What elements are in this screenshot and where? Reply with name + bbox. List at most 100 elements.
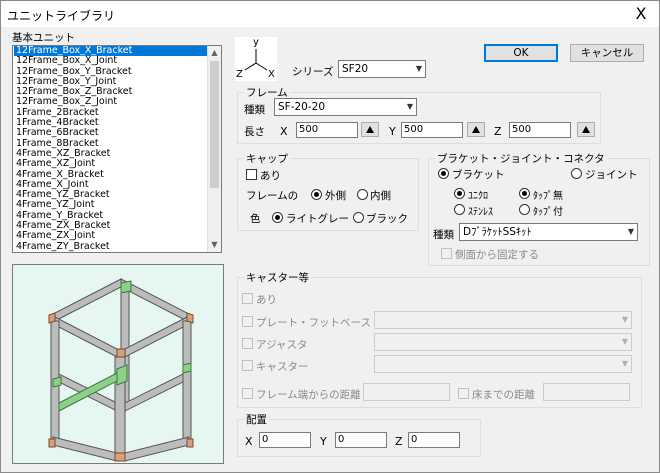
placement-z-input[interactable]: 0 (408, 432, 460, 448)
connector-tapwith-label: ﾀｯﾌﾟ付 (533, 207, 563, 218)
side-fix-label: 側面から固定する (455, 249, 539, 261)
unit-list-item[interactable]: 4Frame_ZY_Bracket (14, 242, 208, 252)
frame-member (50, 314, 122, 360)
unit-list-item[interactable]: 12Frame_Box_Y_Joint (14, 77, 208, 87)
series-value: SF20 (342, 63, 369, 75)
scroll-up-icon[interactable]: ▲ (208, 46, 221, 60)
plate-label: プレート・フットベース (256, 317, 371, 329)
placement-x-label: X (245, 435, 253, 448)
axis-y-label: y (253, 37, 259, 48)
connector-tapwith-radio[interactable] (519, 204, 530, 215)
unit-list-item[interactable]: 4Frame_X_Bracket (14, 170, 208, 180)
connector-type-value: DﾌﾞﾗｹｯﾄSSｷｯﾄ (463, 226, 532, 238)
unit-list-item[interactable]: 1Frame_2Bracket (14, 108, 208, 118)
series-select[interactable]: SF20 ▼ (338, 60, 426, 78)
plate-checkbox[interactable] (242, 316, 253, 327)
unit-listbox[interactable]: 12Frame_Box_X_Bracket 12Frame_Box_X_Joint… (12, 45, 222, 253)
unit-list-item[interactable]: 4Frame_XZ_Bracket (14, 149, 208, 159)
connector-unichrome-radio[interactable] (454, 188, 465, 199)
frame-y-label: Y (389, 125, 396, 138)
frame-y-stepper-icon[interactable] (467, 122, 485, 137)
plate-select[interactable]: ▼ (374, 311, 632, 329)
unit-preview (12, 264, 224, 464)
frame-type-label: 種類 (244, 104, 265, 116)
caster-group-title: キャスター等 (244, 270, 311, 285)
unit-list-item[interactable]: 4Frame_YZ_Bracket (14, 190, 208, 200)
caster-enabled-checkbox[interactable] (242, 293, 253, 304)
axis-z-label: Z (236, 69, 243, 80)
side-fix-checkbox[interactable] (441, 248, 452, 259)
axis-x-label: X (268, 69, 275, 80)
unit-list-item[interactable]: 1Frame_8Bracket (14, 139, 208, 149)
cap-enabled-checkbox[interactable] (246, 169, 257, 180)
connector-bracket-label: ブラケット (452, 169, 505, 181)
connector-joint-radio[interactable] (571, 168, 582, 179)
cancel-button[interactable]: キャンセル (570, 44, 644, 62)
frame-x-input[interactable]: 500 (296, 122, 358, 138)
unit-list-item[interactable]: 4Frame_X_Joint (14, 180, 208, 190)
cap-lightgray-radio[interactable] (272, 212, 283, 223)
bracket-member (182, 362, 192, 374)
unit-list-item[interactable]: 12Frame_Box_Z_Joint (14, 97, 208, 107)
caster-label: キャスター (256, 361, 309, 373)
title-bar: ユニットライブラリ X (1, 1, 659, 27)
unit-list-item[interactable]: 1Frame_6Bracket (14, 128, 208, 138)
frame-z-label: Z (494, 125, 502, 138)
unit-list-item[interactable]: 12Frame_Box_Y_Bracket (14, 67, 208, 77)
connector-tapnone-label: ﾀｯﾌﾟ無 (533, 191, 563, 202)
placement-group-title: 配置 (244, 412, 269, 427)
caster-select[interactable]: ▼ (374, 355, 632, 373)
unit-list-item[interactable]: 12Frame_Box_X_Joint (14, 56, 208, 66)
floor-dist-input[interactable] (543, 383, 630, 401)
close-icon[interactable]: X (631, 4, 651, 24)
cap-group-title: キャップ (244, 151, 290, 166)
frame-y-input[interactable]: 500 (401, 122, 463, 138)
frame-z-stepper-icon[interactable] (577, 122, 595, 137)
unit-list-item[interactable]: 4Frame_Y_Bracket (14, 211, 208, 221)
floor-dist-label: 床までの距離 (472, 389, 535, 401)
bracket-member (52, 376, 62, 388)
chevron-down-icon: ▼ (415, 64, 422, 73)
ok-button[interactable]: OK (484, 44, 558, 62)
unit-list-item[interactable]: 4Frame_YZ_Joint (14, 200, 208, 210)
connector-tapnone-radio[interactable] (519, 188, 530, 199)
unit-list-item[interactable]: 4Frame_XZ_Joint (14, 159, 208, 169)
chevron-down-icon: ▼ (627, 227, 634, 236)
series-label: シリーズ (292, 66, 334, 78)
unit-preview-drawing (48, 278, 194, 462)
frame-z-input[interactable]: 500 (509, 122, 571, 138)
placement-y-input[interactable]: 0 (335, 432, 387, 448)
cap-inner-radio[interactable] (357, 189, 368, 200)
connector-bracket-radio[interactable] (438, 168, 449, 179)
unit-list-item[interactable]: 12Frame_Box_Z_Bracket (14, 87, 208, 97)
caster-enabled-label: あり (256, 294, 277, 306)
floor-dist-checkbox[interactable] (458, 388, 469, 399)
adjuster-select[interactable]: ▼ (374, 333, 632, 351)
window-title: ユニットライブラリ (7, 9, 116, 23)
frame-dist-input[interactable] (363, 383, 450, 401)
unit-list: 12Frame_Box_X_Bracket 12Frame_Box_X_Joint… (14, 46, 208, 253)
caster-checkbox[interactable] (242, 360, 253, 371)
frame-member (120, 314, 192, 360)
cap-outer-radio[interactable] (311, 189, 322, 200)
unit-list-item[interactable]: 1Frame_4Bracket (14, 118, 208, 128)
scroll-thumb[interactable] (210, 61, 219, 188)
frame-dist-checkbox[interactable] (242, 388, 253, 399)
listbox-scrollbar[interactable]: ▲ ▼ (207, 46, 221, 252)
frame-type-select[interactable]: SF-20-20 ▼ (274, 98, 417, 116)
connector-type-select[interactable]: DﾌﾞﾗｹｯﾄSSｷｯﾄ ▼ (459, 223, 638, 241)
unit-list-item[interactable]: 4Frame_ZY_Joint (14, 252, 208, 253)
cap-lightgray-label: ライトグレー (286, 213, 349, 225)
bracket-member (120, 280, 132, 294)
unit-list-item[interactable]: 4Frame_ZX_Bracket (14, 221, 208, 231)
scroll-down-icon[interactable]: ▼ (208, 238, 221, 252)
unit-list-item[interactable]: 4Frame_ZX_Joint (14, 231, 208, 241)
cap-black-radio[interactable] (353, 212, 364, 223)
frame-x-stepper-icon[interactable] (361, 122, 379, 137)
connector-stainless-radio[interactable] (454, 204, 465, 215)
placement-x-input[interactable]: 0 (259, 432, 311, 448)
unit-list-item[interactable]: 12Frame_Box_X_Bracket (14, 46, 208, 57)
adjuster-checkbox[interactable] (242, 338, 253, 349)
cap-inner-label: 内側 (370, 190, 391, 202)
cap-side-label: フレームの (246, 190, 299, 202)
